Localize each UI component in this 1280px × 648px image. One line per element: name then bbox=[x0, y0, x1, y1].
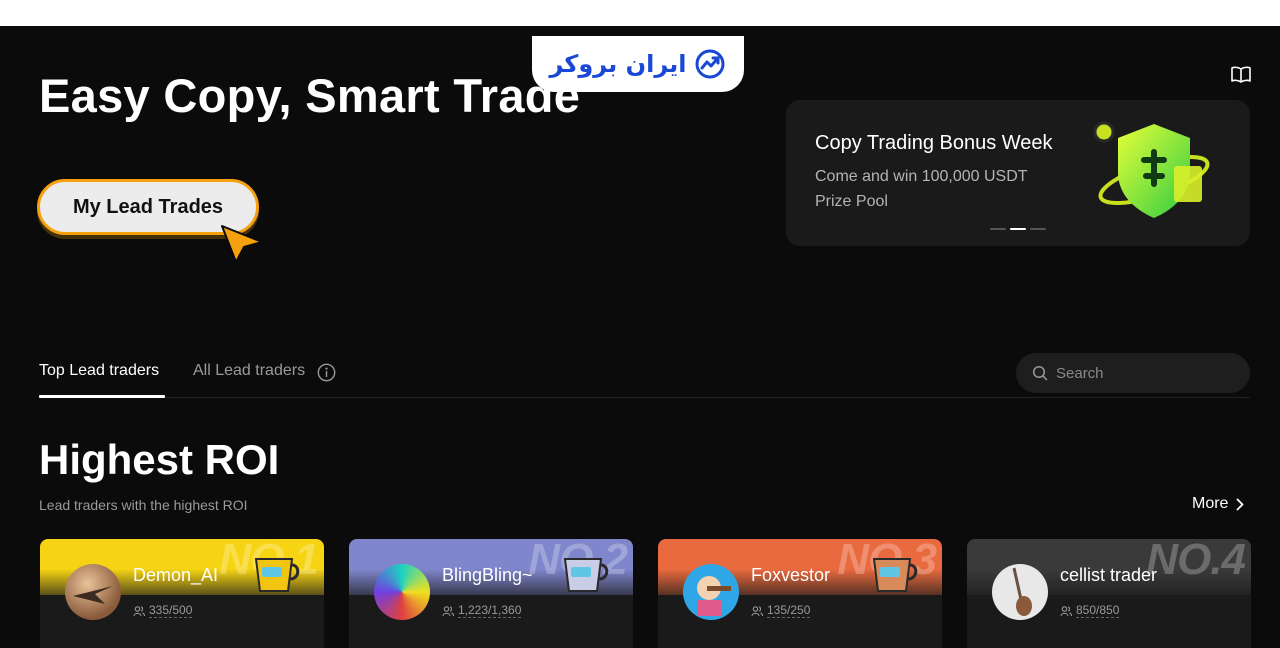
tab-top-lead-traders[interactable]: Top Lead traders bbox=[39, 362, 159, 380]
page-title: Easy Copy, Smart Trade bbox=[39, 69, 581, 122]
active-tab-indicator bbox=[39, 395, 165, 398]
trader-card[interactable]: NO.2 BlingBling~ 1,223/1,360 bbox=[349, 539, 633, 648]
brand-logo[interactable]: ایران بروکر bbox=[532, 36, 744, 92]
more-label: More bbox=[1192, 495, 1229, 512]
followers-count: 335/500 bbox=[133, 603, 193, 618]
more-link[interactable]: More bbox=[1192, 495, 1244, 513]
trophy-cup-icon bbox=[563, 558, 609, 592]
avatar bbox=[65, 564, 121, 620]
followers-count: 1,223/1,360 bbox=[442, 603, 522, 618]
promo-banner[interactable]: Copy Trading Bonus Week Come and win 100… bbox=[786, 100, 1250, 246]
trophy-cup-icon bbox=[872, 558, 918, 592]
followers-value: 335/500 bbox=[149, 603, 193, 618]
pointer-cursor-icon bbox=[221, 225, 263, 263]
trader-card[interactable]: NO.1 Demon_AI 335/500 bbox=[40, 539, 324, 648]
carousel-dots[interactable] bbox=[990, 228, 1046, 230]
followers-value: 135/250 bbox=[767, 603, 811, 618]
tab-all-lead-traders[interactable]: All Lead traders bbox=[193, 362, 305, 380]
followers-count: 850/850 bbox=[1060, 603, 1120, 618]
shield-coin-icon bbox=[1093, 121, 1210, 218]
followers-value: 1,223/1,360 bbox=[458, 603, 522, 618]
rank-badge: NO.4 bbox=[1146, 539, 1246, 584]
search-box[interactable] bbox=[1016, 353, 1250, 393]
tabs-divider bbox=[39, 397, 1250, 398]
avatar bbox=[992, 564, 1048, 620]
trader-card[interactable]: NO.4 cellist trader 850/850 bbox=[967, 539, 1251, 648]
trophy-cup-icon bbox=[254, 558, 300, 592]
trader-name[interactable]: BlingBling~ bbox=[442, 565, 533, 586]
chevron-right-icon bbox=[1237, 498, 1244, 510]
top-strip bbox=[0, 0, 1280, 26]
promo-text: Come and win 100,000 USDT Prize Pool bbox=[815, 168, 1028, 210]
followers-count: 135/250 bbox=[751, 603, 811, 618]
carousel-dot[interactable] bbox=[990, 228, 1006, 230]
carousel-dot[interactable] bbox=[1030, 228, 1046, 230]
app-viewport: ایران بروکر Easy Copy, Smart Trade My Le… bbox=[0, 26, 1280, 648]
trader-card[interactable]: NO.3 Foxvestor 135/250 bbox=[658, 539, 942, 648]
avatar bbox=[374, 564, 430, 620]
trader-name[interactable]: Demon_AI bbox=[133, 565, 218, 586]
section-title: Highest ROI bbox=[39, 436, 280, 483]
search-input[interactable] bbox=[1056, 364, 1226, 382]
avatar bbox=[683, 564, 739, 620]
search-icon bbox=[1032, 365, 1048, 381]
users-icon bbox=[442, 605, 454, 616]
users-icon bbox=[133, 605, 145, 616]
followers-value: 850/850 bbox=[1076, 603, 1120, 618]
users-icon bbox=[751, 605, 763, 616]
brand-logo-text: ایران بروکر bbox=[549, 50, 687, 78]
info-icon[interactable] bbox=[317, 363, 336, 382]
users-icon bbox=[1060, 605, 1072, 616]
trader-name[interactable]: Foxvestor bbox=[751, 565, 830, 586]
section-subtitle: Lead traders with the highest ROI bbox=[39, 497, 248, 513]
book-icon[interactable] bbox=[1231, 66, 1251, 84]
promo-title: Copy Trading Bonus Week bbox=[815, 132, 1053, 154]
trend-up-icon bbox=[695, 49, 725, 79]
carousel-dot-active[interactable] bbox=[1010, 228, 1026, 230]
trader-name[interactable]: cellist trader bbox=[1060, 565, 1157, 586]
